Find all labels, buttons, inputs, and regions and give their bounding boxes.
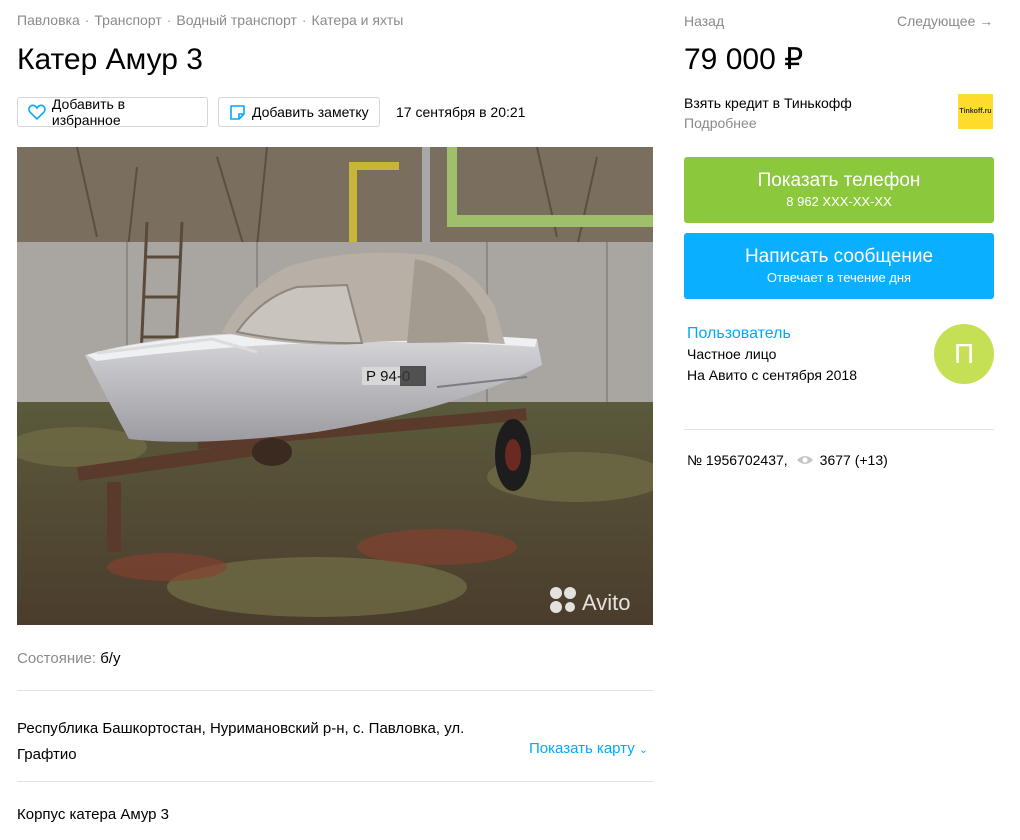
- publish-date: 17 сентября в 20:21: [396, 104, 526, 120]
- breadcrumb-separator: ·: [301, 12, 307, 28]
- add-favorite-button[interactable]: Добавить в избранное: [17, 96, 208, 128]
- tinkoff-logo: Tinkoff.ru: [958, 94, 993, 129]
- seller-type: Частное лицо: [687, 346, 777, 362]
- add-favorite-label: Добавить в избранное: [51, 96, 126, 128]
- breadcrumb-item-pavlovka[interactable]: Павловка: [17, 12, 80, 28]
- heart-icon: [28, 104, 46, 120]
- listing-number: № 1956702437,: [687, 452, 788, 468]
- add-note-label: Добавить заметку: [252, 104, 369, 120]
- boat-photo-image: Р 94-0 Avito: [17, 147, 653, 625]
- show-phone-title: Показать телефон: [757, 170, 921, 191]
- divider: [684, 429, 994, 430]
- note-icon: [230, 104, 245, 120]
- breadcrumb: Павловка · Транспорт · Водный транспорт · Кате…: [17, 12, 403, 28]
- price: 79 000 ₽: [684, 43, 804, 76]
- address-text: Республика Башкортостан, Нуримановский р…: [17, 720, 465, 763]
- seller-since: На Авито с сентября 2018: [687, 367, 857, 383]
- listing-photo[interactable]: Р 94-0 Avito: [17, 147, 653, 625]
- credit-offer[interactable]: Взять кредит в Тинькофф Подробнее: [684, 93, 852, 133]
- show-phone-number: 8 962 XXX-XX-XX: [786, 194, 892, 209]
- avatar[interactable]: П: [934, 324, 994, 384]
- breadcrumb-separator: ·: [84, 12, 90, 28]
- show-phone-button[interactable]: Показать телефон 8 962 XXX-XX-XX: [684, 157, 994, 223]
- description-text: Корпус катера Амур 3: [17, 806, 170, 823]
- listing-meta: № 1956702437, 3677 (+13): [687, 452, 888, 468]
- page-title: Катер Амур 3: [17, 43, 203, 76]
- back-link[interactable]: Назад: [684, 13, 724, 29]
- chevron-down-icon: ⌄: [638, 744, 649, 756]
- write-message-title: Написать сообщение: [744, 246, 934, 267]
- avito-watermark-text: Avito: [582, 590, 631, 615]
- condition-row: Состояние: б/у: [17, 650, 120, 667]
- seller-info: Пользователь Частное лицо На Авито с сен…: [687, 323, 857, 386]
- eye-icon: [796, 456, 813, 464]
- breadcrumb-separator: ·: [166, 12, 172, 28]
- divider: [17, 690, 653, 691]
- breadcrumb-item-water-transport[interactable]: Водный транспорт: [176, 12, 296, 28]
- breadcrumb-item-transport[interactable]: Транспорт: [94, 12, 161, 28]
- listing-views: 3677 (+13): [819, 452, 888, 468]
- avatar-letter: П: [953, 338, 975, 369]
- add-note-button[interactable]: Добавить заметку: [218, 97, 380, 127]
- condition-label: Состояние:: [17, 650, 97, 667]
- seller-name-link[interactable]: Пользователь: [687, 323, 857, 344]
- write-message-button[interactable]: Написать сообщение Отвечает в течение дн…: [684, 233, 994, 299]
- write-message-subtitle: Отвечает в течение дня: [766, 270, 912, 285]
- tinkoff-logo-text: Tinkoff.ru: [959, 108, 992, 115]
- credit-more-link[interactable]: Подробнее: [684, 113, 852, 133]
- next-link[interactable]: Следующее →: [897, 13, 993, 29]
- breadcrumb-item-boats[interactable]: Катера и яхты: [312, 12, 404, 28]
- show-map-label: Показать карту: [529, 740, 635, 757]
- divider: [17, 781, 653, 782]
- show-map-link[interactable]: Показать карту ⌄: [529, 740, 648, 757]
- condition-value: б/у: [100, 650, 121, 667]
- credit-title: Взять кредит в Тинькофф: [684, 95, 852, 111]
